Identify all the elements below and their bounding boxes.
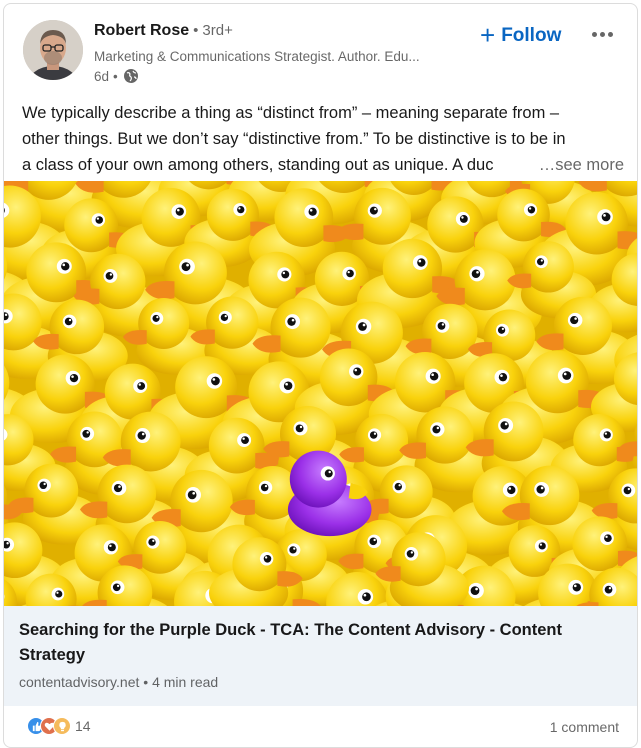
plus-icon: +	[480, 19, 496, 50]
connection-degree: • 3rd+	[193, 22, 233, 39]
ellipsis-icon	[591, 31, 597, 37]
see-more-button[interactable]: …see more	[532, 152, 624, 178]
social-counts: 14 1 comment	[4, 706, 637, 747]
post-time: 6d	[94, 68, 110, 84]
follow-button[interactable]: + Follow	[480, 20, 561, 52]
author-avatar[interactable]	[23, 20, 83, 80]
insightful-icon	[53, 717, 71, 735]
article-meta: contentadvisory.net • 4 min read	[19, 674, 218, 690]
ellipsis-dot	[607, 31, 613, 37]
article-source: contentadvisory.net	[19, 674, 140, 690]
post-header: Robert Rose • 3rd+ Marketing & Communicat…	[4, 4, 637, 94]
reaction-count: 14	[75, 718, 91, 734]
post-meta: 6d •	[94, 68, 139, 84]
follow-label: Follow	[501, 25, 562, 46]
avatar-portrait	[23, 20, 83, 80]
post-text-line: other things. But we don’t say “distinct…	[22, 130, 566, 148]
rubber-ducks-illustration	[4, 181, 637, 606]
globe-icon	[123, 68, 139, 84]
post-text: We typically describe a thing as “distin…	[22, 100, 626, 178]
post-text-line: We typically describe a thing as “distin…	[22, 104, 560, 122]
author-name[interactable]: Robert Rose	[94, 22, 189, 40]
author-name-row: Robert Rose • 3rd+	[94, 22, 233, 40]
article-image[interactable]	[4, 181, 637, 606]
ellipsis-dot	[599, 31, 605, 37]
meta-separator: •	[113, 68, 118, 84]
reactions-summary[interactable]: 14	[27, 717, 91, 735]
author-headline: Marketing & Communications Strategist. A…	[94, 49, 420, 64]
degree-label: 3rd+	[202, 22, 233, 39]
more-options-button[interactable]	[587, 22, 617, 46]
article-read-time: 4 min read	[152, 674, 219, 690]
link-preview[interactable]: Searching for the Purple Duck - TCA: The…	[4, 606, 637, 706]
article-title[interactable]: Searching for the Purple Duck - TCA: The…	[19, 618, 609, 668]
meta-separator: •	[143, 674, 153, 690]
comments-count[interactable]: 1 comment	[550, 719, 619, 735]
post-card: Robert Rose • 3rd+ Marketing & Communicat…	[3, 3, 638, 748]
